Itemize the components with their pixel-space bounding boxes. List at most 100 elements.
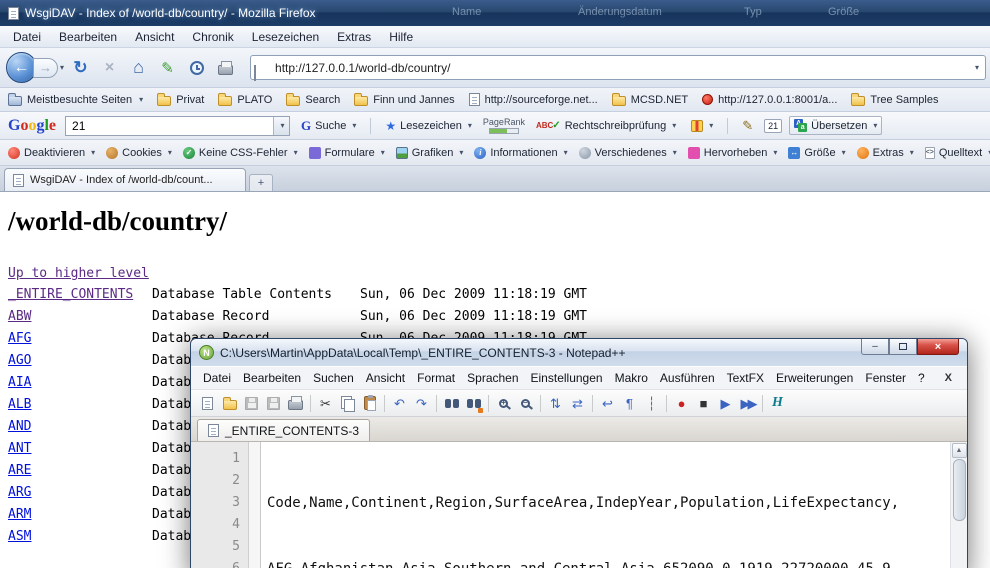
history-clock-button[interactable]	[184, 55, 209, 80]
open-file-button[interactable]	[219, 393, 240, 414]
listing-link[interactable]: ANT	[8, 441, 31, 456]
google-translate-button[interactable]: Übersetzen▾	[789, 116, 882, 135]
npp-menu-einstellungen[interactable]: Einstellungen	[525, 369, 609, 387]
doc-close-button[interactable]: X	[940, 371, 957, 385]
sync-horizontal-button[interactable]: ⇄	[567, 393, 588, 414]
menu-ansicht[interactable]: Ansicht	[126, 28, 183, 46]
save-all-button[interactable]	[263, 393, 284, 414]
close-button[interactable]: ×	[917, 339, 959, 355]
play-macro-button[interactable]: ▶	[715, 393, 736, 414]
pagerank-indicator[interactable]: PageRank	[483, 117, 525, 134]
counter-badge[interactable]: 21	[764, 119, 782, 133]
webdev-hervorheben[interactable]: Hervorheben▾	[688, 147, 778, 159]
maximize-button[interactable]	[889, 339, 917, 355]
new-file-button[interactable]	[197, 393, 218, 414]
bookmark-meistbesuchte-seiten[interactable]: Meistbesuchte Seiten▾	[8, 93, 143, 106]
listing-link[interactable]: _ENTIRE_CONTENTS	[8, 287, 133, 302]
print-button[interactable]	[285, 393, 306, 414]
firefox-titlebar[interactable]: WsgiDAV - Index of /world-db/country/ - …	[0, 0, 990, 26]
stop-macro-button[interactable]: ■	[693, 393, 714, 414]
webdev-verschiedenes[interactable]: Verschiedenes▾	[579, 147, 677, 159]
bookmark-finn-und-jannes[interactable]: Finn und Jannes	[354, 93, 454, 106]
show-all-chars-button[interactable]: ¶	[619, 393, 640, 414]
notepadpp-titlebar[interactable]: N C:\Users\Martin\AppData\Local\Temp\_EN…	[191, 339, 967, 366]
refresh-button[interactable]: ↻	[68, 55, 93, 80]
textfx-button[interactable]: H	[767, 393, 788, 414]
sync-vertical-button[interactable]: ⇅	[545, 393, 566, 414]
bookmark-sourceforge[interactable]: http://sourceforge.net...	[469, 93, 598, 106]
forward-button[interactable]: →	[33, 58, 58, 78]
vertical-scrollbar[interactable]: ▲	[950, 442, 967, 568]
webdev-informationen[interactable]: iInformationen▾	[474, 147, 567, 159]
listing-link[interactable]: ABW	[8, 309, 31, 324]
redo-button[interactable]: ↷	[411, 393, 432, 414]
webdev-extras[interactable]: Extras▾	[857, 147, 914, 159]
save-button[interactable]	[241, 393, 262, 414]
up-to-higher-level-link[interactable]: Up to higher level	[8, 266, 149, 281]
npp-menu-ansicht[interactable]: Ansicht	[360, 369, 411, 387]
webdev-deaktivieren[interactable]: Deaktivieren▾	[8, 147, 95, 159]
npp-menu-datei[interactable]: Datei	[197, 369, 237, 387]
menu-datei[interactable]: Datei	[4, 28, 50, 46]
google-lesezeichen-button[interactable]: ★Lesezeichen▾	[381, 117, 476, 135]
new-tab-button[interactable]: +	[249, 174, 273, 191]
indent-guide-button[interactable]: ┆	[641, 393, 662, 414]
bookmark-privat[interactable]: Privat	[157, 93, 204, 106]
tab-wsgidav[interactable]: WsgiDAV - Index of /world-db/count...	[4, 168, 246, 191]
npp-menu-format[interactable]: Format	[411, 369, 461, 387]
editor-area[interactable]: 1 2 3 4 5 6 Code,Name,Continent,Region,S…	[191, 442, 967, 568]
url-input[interactable]	[250, 55, 986, 80]
webdev-groesse[interactable]: ↔Größe▾	[788, 147, 845, 159]
listing-link[interactable]: AIA	[8, 375, 31, 390]
zoom-in-button[interactable]	[493, 393, 514, 414]
google-search-dropdown[interactable]: ▾	[273, 117, 289, 135]
npp-menu-sprachen[interactable]: Sprachen	[461, 369, 524, 387]
npp-menu-makro[interactable]: Makro	[609, 369, 654, 387]
bookmark-search[interactable]: Search	[286, 93, 340, 106]
scroll-up-button[interactable]: ▲	[952, 443, 967, 458]
menu-hilfe[interactable]: Hilfe	[380, 28, 422, 46]
npp-menu-suchen[interactable]: Suchen	[307, 369, 360, 387]
stop-button[interactable]: ×	[97, 55, 122, 80]
zoom-out-button[interactable]	[515, 393, 536, 414]
webdev-quelltext[interactable]: <>Quelltext▾	[925, 147, 990, 159]
undo-button[interactable]: ↶	[389, 393, 410, 414]
google-suche-button[interactable]: GSuche▾	[297, 116, 360, 136]
nav-history-dropdown[interactable]: ▾	[60, 63, 64, 72]
google-search-input[interactable]	[65, 116, 290, 136]
listing-link[interactable]: AFG	[8, 331, 31, 346]
extension-feather-button[interactable]: ✎	[155, 55, 180, 80]
paste-button[interactable]	[359, 393, 380, 414]
home-button[interactable]: ⌂	[126, 55, 151, 80]
npp-menu-erweiterungen[interactable]: Erweiterungen	[770, 369, 859, 387]
bookmark-tree-samples[interactable]: Tree Samples	[851, 93, 938, 106]
cut-button[interactable]: ✂	[315, 393, 336, 414]
word-wrap-button[interactable]: ↩	[597, 393, 618, 414]
listing-link[interactable]: ARM	[8, 507, 31, 522]
google-sendto-button[interactable]: ▾	[687, 118, 717, 134]
tab-entire-contents-3[interactable]: _ENTIRE_CONTENTS-3	[197, 419, 370, 441]
bookmark-plato[interactable]: PLATO	[218, 93, 272, 106]
bookmark-mcsd-net[interactable]: MCSD.NET	[612, 93, 688, 106]
print-button[interactable]	[213, 55, 238, 80]
listing-link[interactable]: AGO	[8, 353, 31, 368]
minimize-button[interactable]: –	[861, 339, 889, 355]
listing-link[interactable]: ARE	[8, 463, 31, 478]
url-dropdown[interactable]: ▾	[975, 63, 979, 72]
google-spellcheck-button[interactable]: ABC✓Rechtschreibprüfung▾	[532, 118, 680, 134]
webdev-cookies[interactable]: Cookies▾	[106, 147, 172, 159]
npp-menu-help[interactable]: ?	[912, 369, 931, 387]
npp-menu-textfx[interactable]: TextFX	[721, 369, 770, 387]
webdev-grafiken[interactable]: Grafiken▾	[396, 147, 464, 159]
google-autofill-button[interactable]: ✎	[738, 116, 757, 136]
code-text[interactable]: Code,Name,Continent,Region,SurfaceArea,I…	[261, 442, 950, 568]
menu-bearbeiten[interactable]: Bearbeiten	[50, 28, 126, 46]
run-macro-multiple-button[interactable]: ▶▶	[737, 393, 758, 414]
npp-menu-fenster[interactable]: Fenster	[859, 369, 912, 387]
listing-link[interactable]: ALB	[8, 397, 31, 412]
webdev-css[interactable]: ✓Keine CSS-Fehler▾	[183, 147, 298, 159]
menu-lesezeichen[interactable]: Lesezeichen	[243, 28, 328, 46]
find-button[interactable]	[441, 393, 462, 414]
webdev-formulare[interactable]: Formulare▾	[309, 147, 385, 159]
listing-link[interactable]: ARG	[8, 485, 31, 500]
